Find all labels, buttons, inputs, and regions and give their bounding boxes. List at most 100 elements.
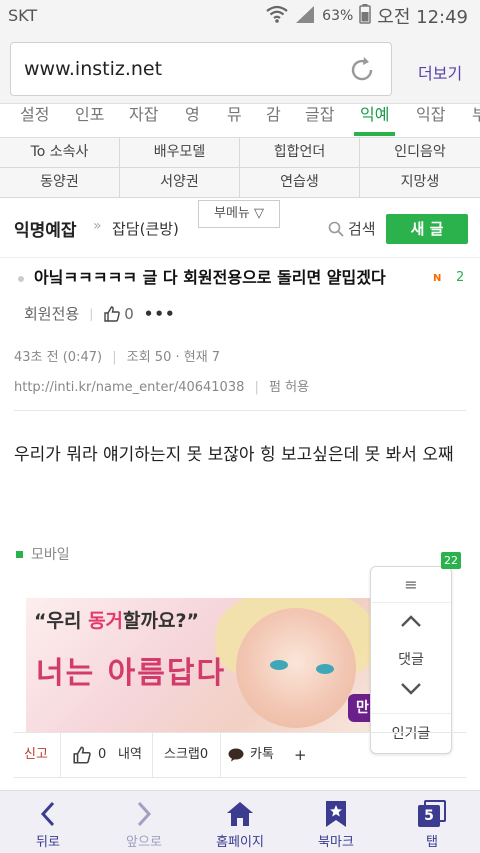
carrier-label: SKT (8, 6, 38, 25)
write-button[interactable]: 새 글 (386, 214, 468, 244)
reload-icon[interactable] (347, 55, 377, 85)
banner-headline: “우리 동거할까요?” (34, 610, 199, 632)
subnav-item-western[interactable]: 서양권 (120, 168, 240, 198)
more-button[interactable]: 더보기 (418, 60, 462, 84)
tab-count: 5 (418, 805, 440, 827)
search-label: 검색 (348, 220, 376, 238)
category-tabs: 설정 인포 자잡 영 뮤 감 글잡 익예 익잡 부 (0, 104, 480, 138)
comments-jump-button[interactable]: 댓글 (371, 649, 451, 669)
forward-button[interactable]: 앞으로 (96, 791, 192, 853)
back-label: 뒤로 (36, 835, 60, 850)
search-button[interactable]: 검색 (328, 218, 376, 239)
post-title-text: 아닠ㅋㅋㅋㅋㅋ 글 다 회원전용으로 돌리면 얄밉겠다 (34, 268, 386, 287)
subnav-item-indie[interactable]: 인디음악 (360, 138, 480, 168)
tab-geuljab[interactable]: 글잡 (305, 104, 334, 134)
history-button[interactable]: 내역 (118, 733, 142, 777)
browser-bottom-nav: 뒤로 앞으로 홈페이지 북마크 5 탭 (0, 790, 480, 853)
plus-button[interactable]: + (294, 733, 307, 777)
tabs-label: 탭 (426, 835, 438, 850)
banner-title: 너는 아름답다 (36, 656, 227, 691)
subnav-item-aspirant[interactable]: 지망생 (360, 168, 480, 198)
bullet-icon (18, 275, 24, 282)
subnav-item-asian[interactable]: 동양권 (0, 168, 120, 198)
bookmark-button[interactable]: 북마크 (288, 791, 384, 853)
post-meta-row: 회원전용 | 0 ••• (24, 304, 176, 324)
banner-face (236, 608, 356, 728)
tabs-icon: 5 (418, 800, 446, 828)
chevron-down-icon (401, 683, 421, 695)
signal-icon (294, 4, 316, 29)
post-title: 아닠ㅋㅋㅋㅋㅋ 글 다 회원전용으로 돌리면 얄밉겠다 (18, 266, 468, 290)
board-subtitle[interactable]: 잡담(큰방) (112, 218, 179, 239)
tab-young[interactable]: 영 (185, 104, 200, 134)
subnav-grid: To 소속사 배우모델 힙합언더 인디음악 동양권 서양권 연습생 지망생 (0, 138, 480, 198)
chevron-right-icon (137, 801, 152, 827)
post-stats: 43초 전 (0:47) | 조회 50 · 현재 7 (14, 350, 221, 365)
report-button[interactable]: 신고 (24, 733, 48, 777)
membership-label: 회원전용 (24, 305, 80, 323)
scroll-down-button[interactable] (371, 681, 451, 701)
board-header: 익명예잡 » 잡담(큰방) 부메뉴 ▽ 검색 새 글 (0, 198, 480, 258)
post-action-bar: 신고 0 내역 스크랩0 카톡 + (14, 732, 466, 778)
kakaotalk-label: 카톡 (250, 747, 274, 762)
status-icons: 63% 오전 12:49 (266, 3, 468, 29)
tab-ikye[interactable]: 익예 (353, 104, 397, 136)
tab-ikjab[interactable]: 익잡 (416, 104, 445, 134)
tab-mu[interactable]: 뮤 (227, 104, 242, 134)
address-bar[interactable]: www.instiz.net (10, 42, 392, 96)
subnav-item-actor-model[interactable]: 배우모델 (120, 138, 240, 168)
back-button[interactable]: 뒤로 (0, 791, 96, 853)
scroll-up-button[interactable] (371, 613, 451, 633)
browser-toolbar: www.instiz.net 더보기 (0, 32, 480, 104)
clock: 오전 12:49 (377, 7, 468, 28)
status-bar: SKT 63% 오전 12:49 (0, 0, 480, 32)
tab-info[interactable]: 인포 (75, 104, 104, 134)
more-options-icon[interactable]: ••• (144, 305, 176, 323)
menu-icon[interactable]: ≡ (371, 567, 451, 603)
tab-bu[interactable]: 부 (472, 104, 480, 134)
thumbs-up-icon (104, 305, 121, 322)
subnav-item-agency[interactable]: To 소속사 (0, 138, 120, 168)
chevron-left-icon (40, 801, 55, 827)
post-time: 43초 전 (0:47) (14, 350, 103, 365)
tab-gam[interactable]: 감 (266, 104, 281, 134)
submenu-button[interactable]: 부메뉴 ▽ (198, 200, 280, 228)
tab-settings[interactable]: 설정 (20, 104, 49, 134)
speech-bubble-icon (228, 748, 244, 762)
banner-tag: 만 (348, 694, 372, 722)
battery-percent: 63% (322, 8, 354, 24)
floating-nav-panel: ≡ 댓글 인기글 (370, 566, 452, 754)
home-button[interactable]: 홈페이지 (192, 791, 288, 853)
breadcrumb-separator: » (93, 218, 102, 234)
url-text: www.instiz.net (24, 58, 163, 80)
scrap-button[interactable]: 스크랩0 (164, 733, 208, 777)
post-views: 조회 50 · 현재 7 (126, 350, 221, 365)
board-title[interactable]: 익명예잡 (14, 216, 77, 241)
bookmark-star-icon (326, 801, 346, 827)
like-action-button[interactable]: 0 (72, 733, 106, 777)
subnav-item-trainee[interactable]: 연습생 (240, 168, 360, 198)
tabs-button[interactable]: 5 탭 (384, 791, 480, 853)
divider (14, 410, 466, 411)
comment-badge: 22 (441, 552, 461, 569)
kakaotalk-share-button[interactable]: 카톡 (228, 733, 274, 777)
subnav-item-hiphop[interactable]: 힙합언더 (240, 138, 360, 168)
device-square-icon (16, 550, 23, 558)
device-text: 모바일 (31, 547, 70, 563)
device-label: 모바일 (16, 544, 70, 564)
short-url[interactable]: http://inti.kr/name_enter/40641038 (14, 380, 244, 395)
home-label: 홈페이지 (216, 835, 264, 850)
bookmark-label: 북마크 (318, 835, 354, 850)
like-button[interactable]: 0 (103, 305, 134, 323)
tab-jajab[interactable]: 자잡 (129, 104, 158, 134)
share-permission: 펌 허용 (269, 380, 310, 395)
new-badge: N (433, 273, 442, 284)
ad-banner[interactable]: “우리 동거할까요?” 너는 아름답다 만 (26, 598, 372, 732)
chevron-up-icon (401, 615, 421, 627)
post-link-row: http://inti.kr/name_enter/40641038 | 펌 허… (14, 380, 310, 395)
forward-label: 앞으로 (126, 835, 162, 850)
wifi-icon (266, 5, 288, 28)
like-count: 0 (124, 304, 134, 323)
search-icon (328, 221, 344, 237)
comment-count[interactable]: 2 (456, 270, 464, 285)
